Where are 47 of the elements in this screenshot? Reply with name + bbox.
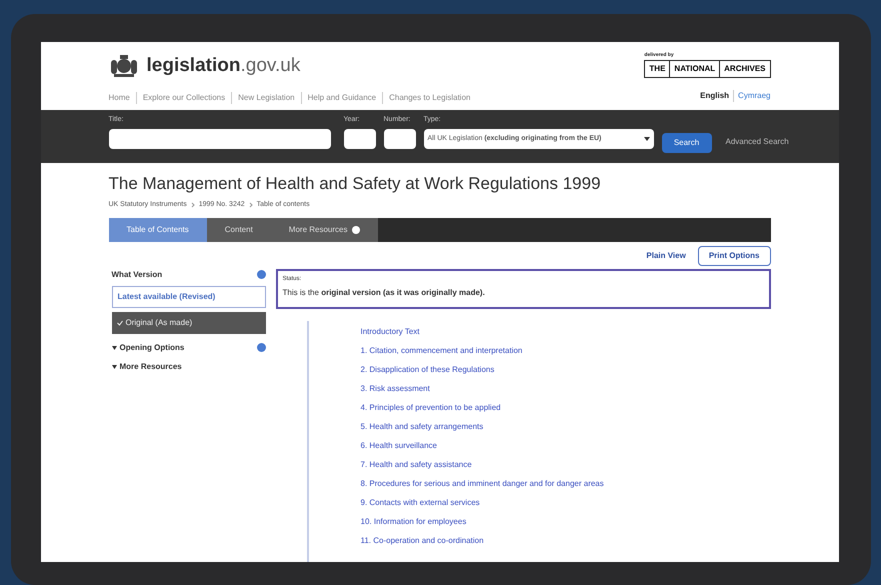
contents-link[interactable]: Introductory Text: [360, 326, 770, 338]
nav-link[interactable]: Home: [108, 92, 130, 104]
year-input[interactable]: [344, 129, 376, 149]
contents-link[interactable]: 9. Contacts with external services: [360, 496, 770, 508]
plain-view-link[interactable]: Plain View: [646, 250, 686, 262]
language-link[interactable]: Cymraeg: [733, 90, 770, 102]
page-title: The Management of Health and Safety at Work Regulations 1999: [108, 172, 602, 194]
contents-link[interactable]: 10. Information for employees: [360, 516, 770, 528]
title-input[interactable]: [108, 129, 330, 149]
contents-link[interactable]: 4. Principles of prevention to be applied: [360, 402, 770, 414]
status-text: This is the original version (as it was originally made).: [282, 286, 486, 298]
contents-link[interactable]: 11. Co-operation and co-ordination: [360, 534, 770, 546]
contents-link[interactable]: 2. Disapplication of these Regulations: [360, 364, 770, 376]
nav-link[interactable]: New Legislation: [231, 92, 295, 104]
sidebar-section-toggle[interactable]: Opening Options: [112, 342, 184, 354]
contents-link[interactable]: 6. Health surveillance: [360, 440, 770, 452]
site-logo[interactable]: legislation.gov.uk: [146, 52, 300, 80]
language-link[interactable]: English: [700, 90, 730, 102]
crest-icon: [108, 54, 138, 78]
tab[interactable]: More Resources: [270, 218, 378, 242]
sidebar-heading: What Version: [112, 268, 162, 280]
contents-link[interactable]: 8. Procedures for serious and imminent danger and for danger areas: [360, 478, 770, 490]
nav-link[interactable]: Help and Guidance: [300, 92, 376, 104]
tab[interactable]: Content: [206, 218, 271, 242]
advanced-search-link[interactable]: Advanced Search: [726, 136, 789, 152]
chevron-right-icon: [190, 202, 195, 208]
check-icon: [116, 320, 122, 326]
triangle-down-icon: [112, 364, 116, 368]
number-input[interactable]: [384, 129, 416, 149]
print-options-button[interactable]: Print Options: [698, 246, 770, 266]
triangle-down-icon: [112, 346, 116, 350]
help-icon[interactable]: [256, 343, 266, 352]
contents-link[interactable]: 1. Citation, commencement and interpretation: [360, 344, 770, 356]
help-icon[interactable]: [352, 226, 360, 234]
nav-link[interactable]: Explore our Collections: [136, 92, 226, 104]
contents-link[interactable]: 7. Health and safety assistance: [360, 458, 770, 470]
chevron-right-icon: [248, 202, 253, 208]
chevron-down-icon: [644, 137, 650, 141]
contents-link[interactable]: 3. Risk assessment: [360, 382, 770, 394]
nav-link[interactable]: Changes to Legislation: [382, 92, 470, 104]
national-archives-logo[interactable]: THE NATIONAL ARCHIVES: [644, 60, 770, 78]
contents-link[interactable]: 5. Health and safety arrangements: [360, 420, 770, 432]
sidebar-section-toggle[interactable]: More Resources: [112, 360, 182, 372]
version-option[interactable]: Latest available (Revised): [112, 286, 266, 308]
help-icon[interactable]: [256, 270, 266, 279]
search-button[interactable]: Search: [662, 132, 712, 152]
version-option[interactable]: Original (As made): [112, 312, 266, 334]
